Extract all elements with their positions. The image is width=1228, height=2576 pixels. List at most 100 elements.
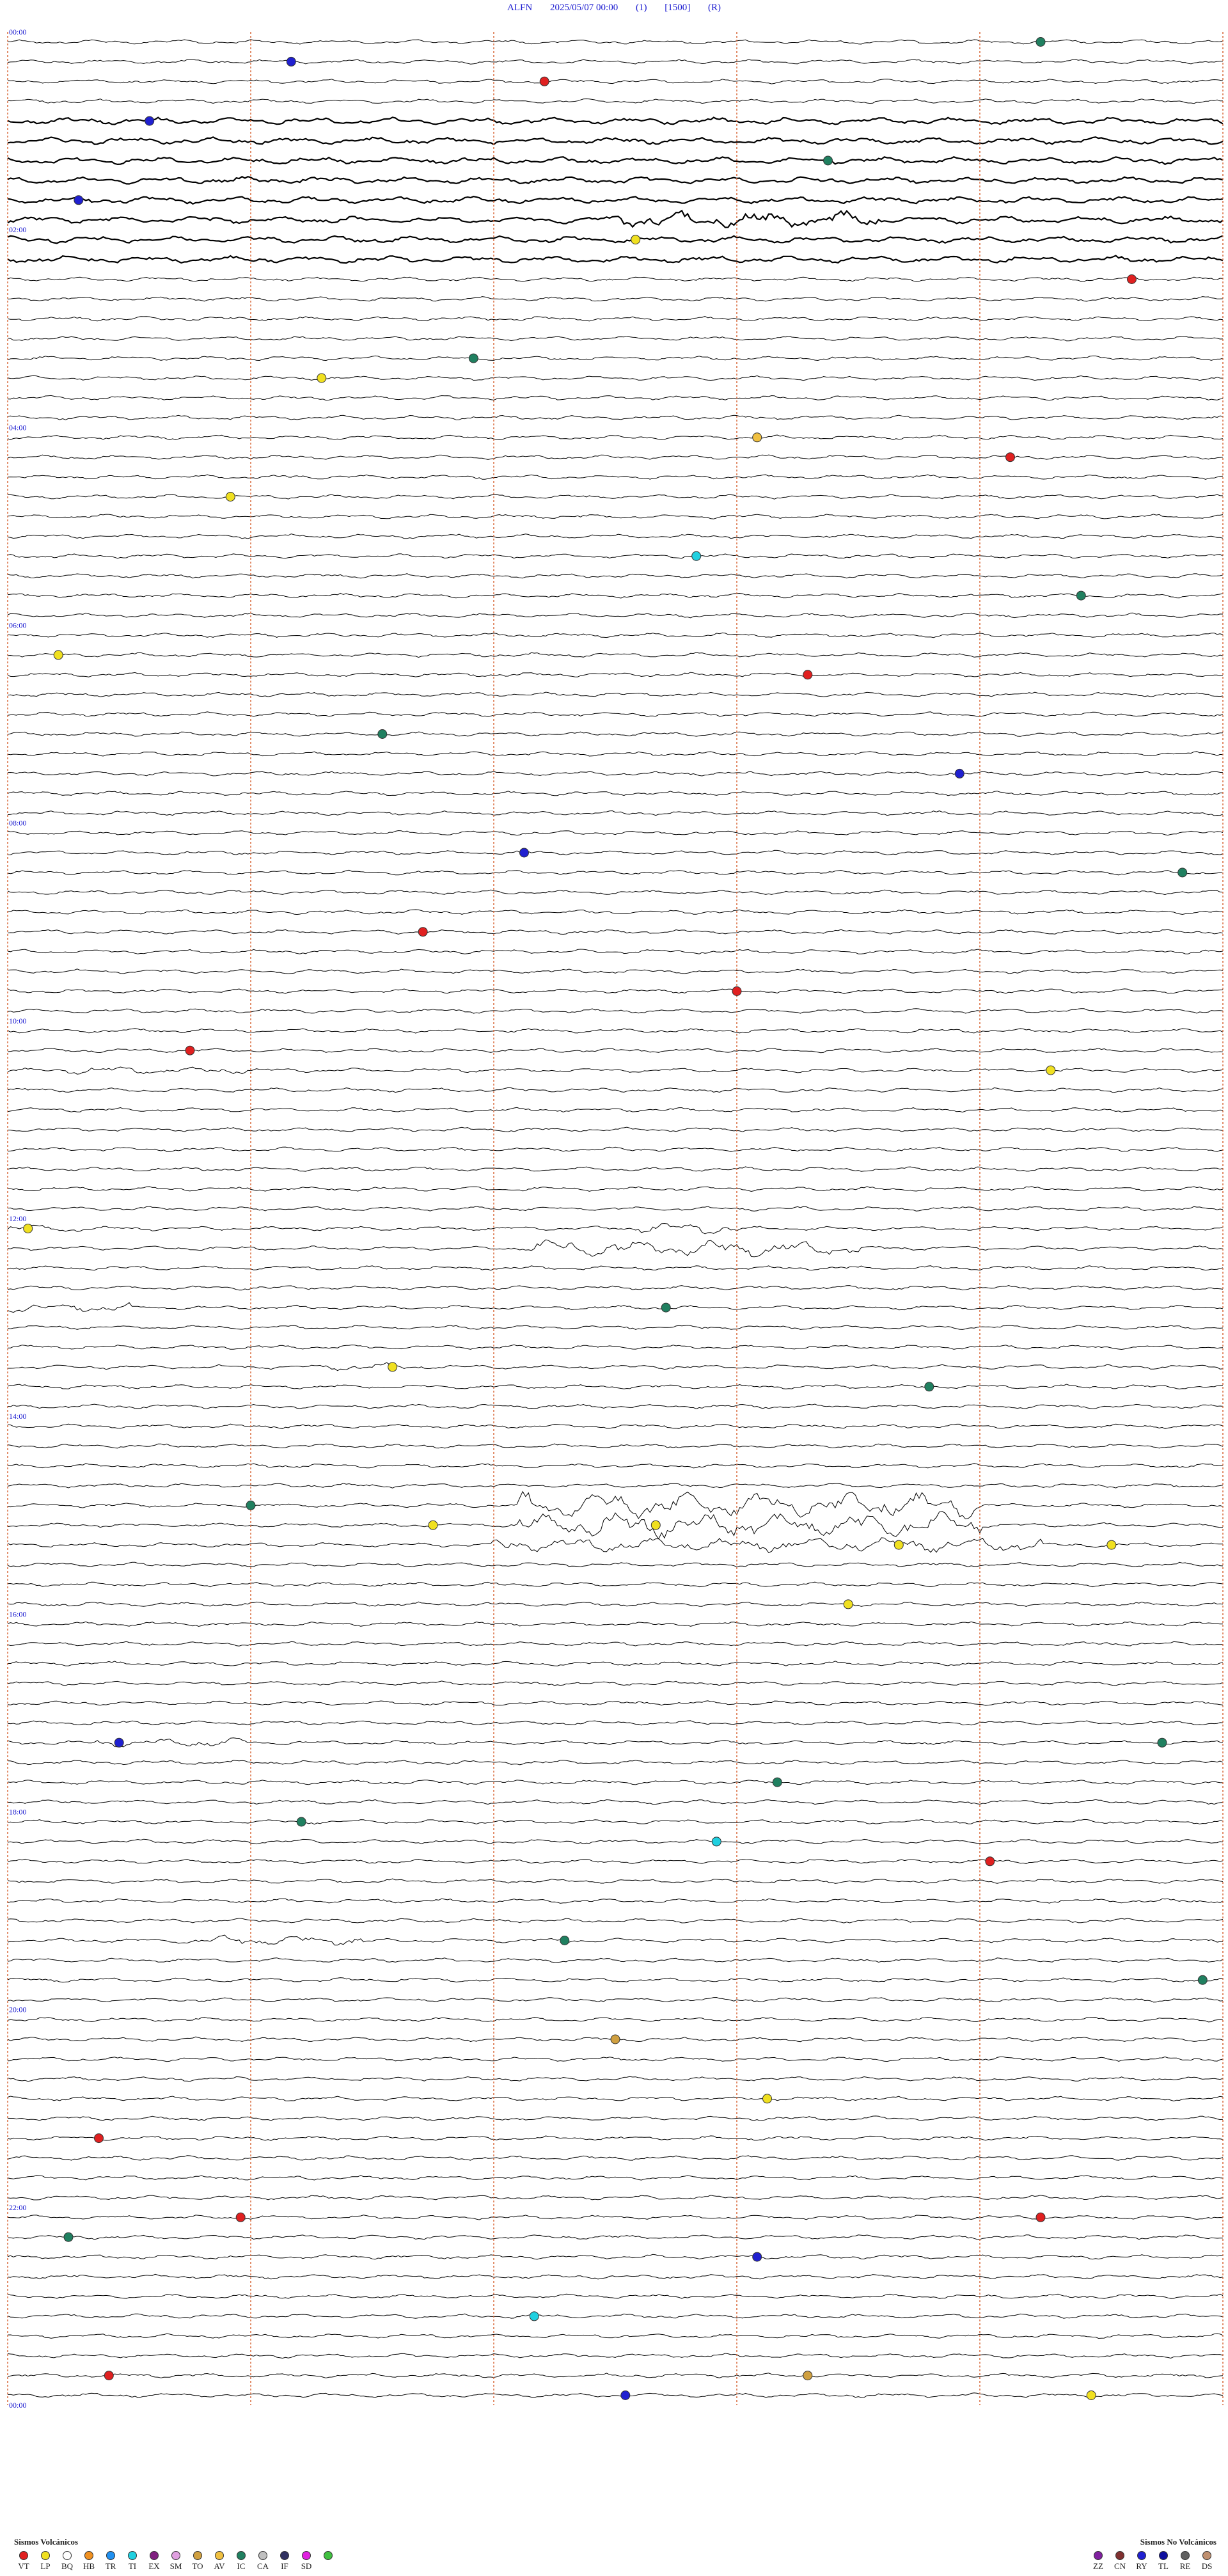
hour-label: 12:00 <box>9 1214 26 1223</box>
event-marker-vt[interactable] <box>418 927 428 937</box>
event-marker-ry[interactable] <box>114 1737 124 1748</box>
trace-line <box>7 1087 1224 1093</box>
event-marker-lp[interactable] <box>762 2094 772 2104</box>
hour-label: 04:00 <box>9 423 26 432</box>
trace-line <box>7 791 1223 796</box>
event-marker-vt[interactable] <box>104 2371 114 2381</box>
event-marker-ry[interactable] <box>74 195 84 205</box>
trace-line <box>7 2293 1224 2299</box>
trace-line <box>7 592 1224 599</box>
hour-label: 00:00 <box>9 2401 26 2410</box>
event-marker-ic[interactable] <box>1197 1975 1208 1985</box>
legend-code: VT <box>18 2561 29 2571</box>
event-marker-lp[interactable] <box>893 1540 904 1550</box>
event-marker-ti[interactable] <box>711 1837 721 1847</box>
trace-line <box>7 2096 1224 2102</box>
trace-line <box>8 494 1224 500</box>
trace-line <box>7 1977 1224 1983</box>
event-marker-vt[interactable] <box>732 986 742 996</box>
event-marker-vt[interactable] <box>1127 274 1137 284</box>
trace-line <box>7 968 1224 974</box>
legend-code: SM <box>169 2561 182 2571</box>
event-marker-ti[interactable] <box>691 551 702 561</box>
event-marker-vt[interactable] <box>539 76 549 86</box>
event-marker-ic[interactable] <box>1177 867 1188 878</box>
trace-line <box>7 731 1223 737</box>
event-marker-lp[interactable] <box>631 235 641 245</box>
event-marker-ry[interactable] <box>620 2390 631 2400</box>
legend-nonvolcanic: Sismos No Volcánicos ZZ CN RY TL RE DS <box>1089 2537 1216 2572</box>
event-marker-lp[interactable] <box>1046 1065 1056 1075</box>
event-marker-to[interactable] <box>610 2034 620 2044</box>
trace-line <box>7 1107 1224 1113</box>
legend-item: BQ <box>58 2551 77 2572</box>
event-marker-ic[interactable] <box>560 1936 570 1945</box>
event-marker-ry[interactable] <box>954 768 964 778</box>
trace-line <box>7 1601 1224 1607</box>
event-marker-vt[interactable] <box>235 2212 246 2222</box>
event-marker-vt[interactable] <box>985 1856 995 1867</box>
event-marker-ic[interactable] <box>924 1382 934 1392</box>
event-marker-vt[interactable] <box>185 1045 195 1055</box>
event-marker-lp[interactable] <box>317 373 327 383</box>
event-marker-ic[interactable] <box>1157 1737 1167 1748</box>
event-marker-ry[interactable] <box>286 56 296 67</box>
legend-item: DS <box>1197 2551 1216 2572</box>
trace-line <box>7 1720 1224 1726</box>
datetime-label: 2025/05/07 00:00 <box>549 3 618 13</box>
event-marker-ic[interactable] <box>296 1817 306 1827</box>
event-marker-ic[interactable] <box>246 1500 256 1510</box>
event-marker-lp[interactable] <box>1086 2390 1096 2400</box>
trace-line <box>7 255 1224 264</box>
hour-label: 02:00 <box>9 225 26 234</box>
event-marker-to[interactable] <box>803 2371 813 2381</box>
event-marker-lp[interactable] <box>650 1520 661 1530</box>
event-marker-av[interactable] <box>752 432 762 443</box>
trace-line <box>7 58 1224 65</box>
trace-line <box>7 2155 1224 2161</box>
trace-line <box>7 1537 1223 1553</box>
legend-dot-icon <box>302 2551 311 2560</box>
trace-line <box>7 2392 1224 2398</box>
helicorder-plot: 00:00 02:00 04:00 06:00 08:00 10:00 12:00 14:00… <box>7 28 1224 2410</box>
event-marker-lp[interactable] <box>428 1520 438 1530</box>
event-marker-ic[interactable] <box>377 729 388 739</box>
trace-line <box>7 909 1224 915</box>
event-marker-lp[interactable] <box>1106 1540 1117 1550</box>
event-marker-ic[interactable] <box>63 2232 74 2242</box>
event-marker-ry[interactable] <box>752 2252 762 2262</box>
event-marker-ic[interactable] <box>661 1302 671 1313</box>
trace-line <box>7 1463 1224 1469</box>
event-marker-lp[interactable] <box>53 650 63 660</box>
event-marker-ic[interactable] <box>1076 590 1086 601</box>
legend-code: AV <box>214 2561 225 2571</box>
event-marker-ic[interactable] <box>468 353 478 363</box>
event-marker-ic[interactable] <box>1035 37 1046 47</box>
event-marker-lp[interactable] <box>23 1224 33 1233</box>
legend-code: IC <box>237 2561 246 2571</box>
trace-line <box>7 2175 1224 2181</box>
event-marker-lp[interactable] <box>843 1599 853 1609</box>
legend-dot-icon <box>1137 2551 1146 2560</box>
legend-item: TI <box>123 2551 142 2572</box>
event-marker-ry[interactable] <box>519 848 529 858</box>
trace-line <box>7 1186 1224 1192</box>
event-marker-vt[interactable] <box>803 670 813 680</box>
trace-line <box>7 553 1224 559</box>
legend-dot-icon <box>1181 2551 1190 2560</box>
event-marker-lp[interactable] <box>388 1362 398 1372</box>
event-marker-ry[interactable] <box>145 116 155 126</box>
legend-code: SD <box>301 2561 312 2571</box>
legend-dot-icon <box>1094 2551 1103 2560</box>
event-marker-ti[interactable] <box>529 2311 539 2321</box>
trace-line <box>7 830 1224 836</box>
event-marker-vt[interactable] <box>1005 452 1015 462</box>
event-marker-vt[interactable] <box>94 2133 104 2144</box>
trace-line <box>7 1265 1224 1271</box>
trace-line <box>8 1362 1224 1371</box>
event-marker-vt[interactable] <box>1035 2212 1046 2222</box>
event-marker-ic[interactable] <box>823 155 833 166</box>
event-marker-lp[interactable] <box>225 492 235 502</box>
trace-line <box>7 1561 1224 1568</box>
event-marker-ic[interactable] <box>772 1777 782 1787</box>
